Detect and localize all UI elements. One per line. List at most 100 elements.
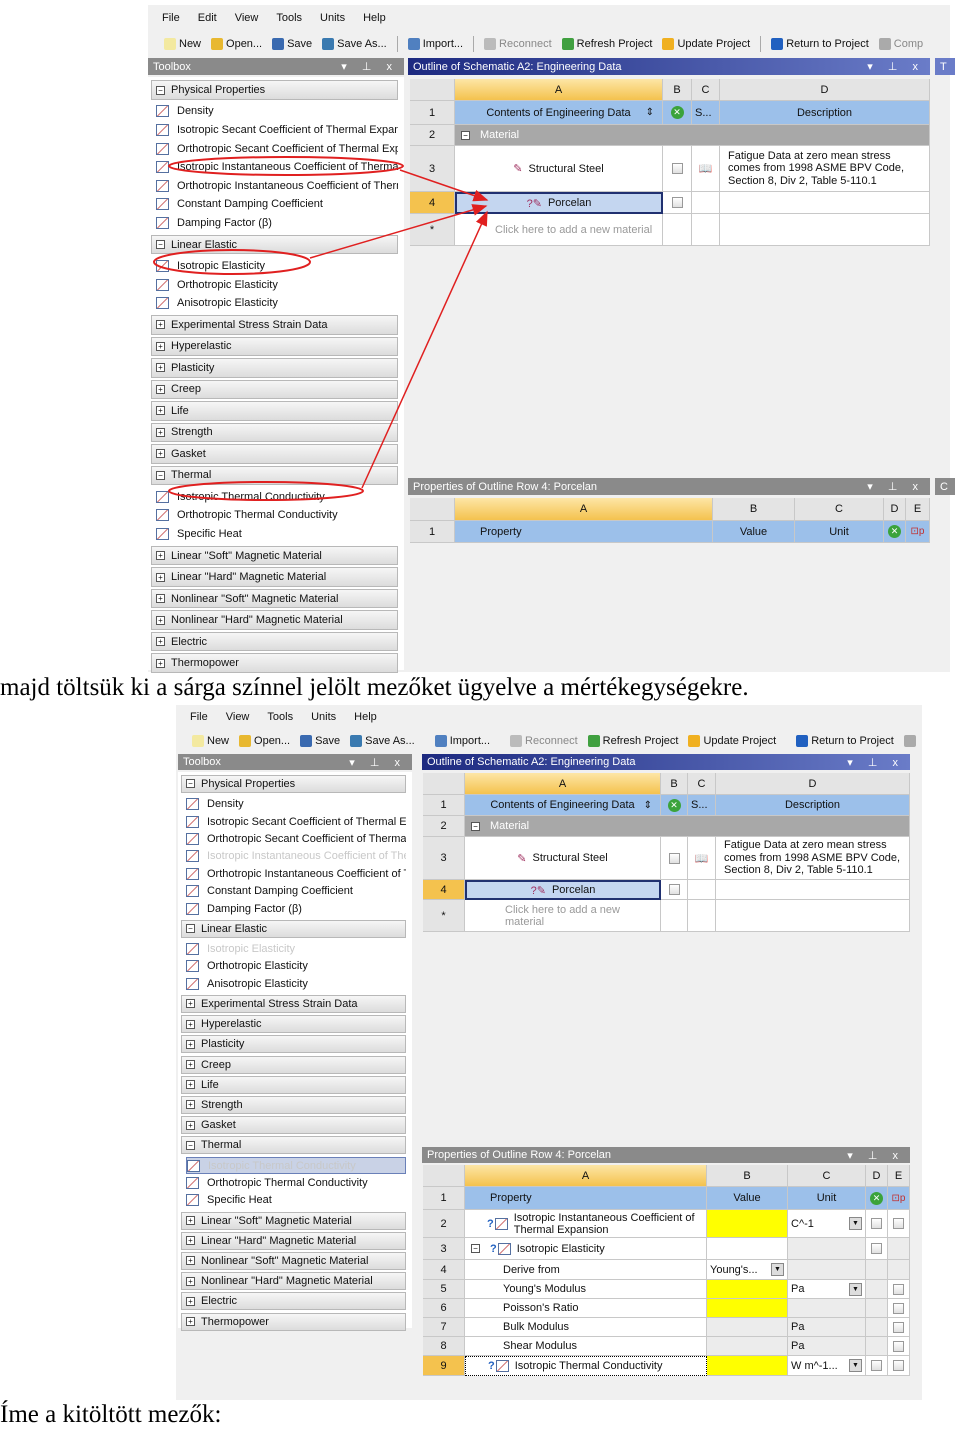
toolbox-group[interactable]: + Strength (181, 1095, 406, 1115)
toolbox-group[interactable]: + Linear "Soft" Magnetic Material (181, 1211, 406, 1230)
toolbox-item[interactable]: Orthotropic Instantaneous Coefficient of… (186, 865, 406, 882)
toolbox-group[interactable]: − Linear Elastic (151, 234, 398, 255)
toolbox-group[interactable]: + Plasticity (181, 1035, 406, 1054)
menu-file[interactable]: File (190, 711, 208, 723)
filter-icon[interactable]: ✕ (667, 798, 681, 812)
refresh-project-button[interactable]: Refresh Project (561, 38, 652, 50)
property-name-cell[interactable]: ? Isotropic Thermal Conductivity (465, 1356, 707, 1376)
row-number[interactable]: 8 (423, 1337, 465, 1356)
toolbox-group[interactable]: − Thermal (151, 465, 398, 486)
toolbox-item[interactable]: Anisotropic Elasticity (156, 294, 398, 313)
unit-cell[interactable]: Pa ▼ (788, 1280, 866, 1299)
unit-cell[interactable]: Pa (788, 1337, 866, 1356)
toolbox-group[interactable]: + Thermopower (151, 653, 398, 673)
toolbox-item[interactable]: Orthotropic Secant Coefficient of Therma… (156, 139, 398, 158)
column-header-C[interactable]: C (795, 498, 884, 521)
collapse-icon[interactable]: − (471, 1244, 480, 1253)
panel-controls[interactable]: ▾ ⊥ x (847, 756, 904, 769)
toolbox-group[interactable]: − Physical Properties (181, 774, 406, 794)
column-header-B[interactable]: B (661, 773, 688, 795)
add-material-placeholder[interactable]: Click here to add a new material (505, 904, 657, 928)
column-title-contents[interactable]: Contents of Engineering Data ⇕ (455, 101, 663, 125)
row-number[interactable]: 1 (423, 1187, 465, 1210)
import-button[interactable]: Import... (434, 735, 490, 747)
toolbox-item[interactable]: Specific Heat (156, 525, 398, 544)
row-number[interactable]: 3 (423, 1238, 465, 1260)
toolbox-item[interactable]: Isotropic Elasticity (186, 940, 406, 957)
row-number[interactable]: 9 (423, 1356, 465, 1376)
property-name-cell[interactable]: −? Isotropic Elasticity (465, 1238, 707, 1260)
row-number[interactable]: 1 (423, 795, 465, 816)
property-name-cell[interactable]: Young's Modulus (465, 1280, 707, 1299)
toolbox-item[interactable]: Orthotropic Elasticity (156, 275, 398, 294)
column-header-E[interactable]: E (888, 1165, 910, 1187)
toolbox-group[interactable]: + Linear "Soft" Magnetic Material (151, 545, 398, 566)
property-name-cell[interactable]: Derive from (465, 1260, 707, 1280)
toolbox-group[interactable]: + Life (151, 401, 398, 421)
panel-controls[interactable]: ▾ ⊥ x (341, 60, 398, 73)
toolbox-item[interactable]: Isotropic Secant Coefficient of Thermal … (186, 813, 406, 830)
unit-cell[interactable]: C^-1 ▼ (788, 1210, 866, 1238)
column-header-D[interactable]: D (720, 79, 930, 101)
material-name-cell[interactable]: ✎ Structural Steel (455, 146, 663, 192)
column-header-A[interactable]: A (455, 79, 663, 101)
panel-controls[interactable]: ▾ ⊥ x (847, 1149, 904, 1162)
row-number[interactable]: 6 (423, 1299, 465, 1318)
unit-cell[interactable] (788, 1260, 866, 1280)
menu-help[interactable]: Help (354, 711, 377, 723)
open-button[interactable]: Open... (239, 735, 290, 747)
dropdown-arrow-icon[interactable]: ▼ (849, 1217, 862, 1230)
column-header-A[interactable]: A (465, 1165, 707, 1187)
section-row-material[interactable]: − Material (465, 816, 910, 837)
toolbox-group[interactable]: + Linear "Hard" Magnetic Material (181, 1231, 406, 1250)
checkbox[interactable] (668, 852, 680, 864)
save-as-button[interactable]: Save As... (322, 38, 387, 50)
checkbox[interactable] (871, 1243, 882, 1254)
value-cell[interactable] (707, 1318, 788, 1337)
toolbox-group[interactable]: + Nonlinear "Soft" Magnetic Material (151, 588, 398, 609)
value-cell[interactable] (707, 1210, 788, 1238)
column-header-B[interactable]: B (663, 79, 692, 101)
row-number[interactable]: 2 (423, 1210, 465, 1238)
value-cell[interactable] (707, 1337, 788, 1356)
toolbox-item[interactable]: Isotropic Instantaneous Coefficient of T… (186, 848, 406, 865)
checkbox[interactable] (893, 1218, 904, 1229)
import-button[interactable]: Import... (407, 38, 463, 50)
toolbox-group[interactable]: + Life (181, 1075, 406, 1094)
panel-controls[interactable]: ▾ ⊥ x (349, 756, 406, 769)
checkbox[interactable] (871, 1218, 882, 1229)
value-cell[interactable] (707, 1299, 788, 1318)
toolbox-item[interactable]: Anisotropic Elasticity (186, 975, 406, 992)
side-tab[interactable]: T (935, 58, 955, 75)
toolbox-item[interactable]: Orthotropic Thermal Conductivity (186, 1174, 406, 1191)
property-name-cell[interactable]: ? Isotropic Instantaneous Coefficient of … (465, 1210, 707, 1238)
property-name-cell[interactable]: Bulk Modulus (465, 1318, 707, 1337)
toolbox-group[interactable]: + Nonlinear "Soft" Magnetic Material (181, 1251, 406, 1271)
toolbox-group[interactable]: + Electric (151, 631, 398, 652)
toolbox-item[interactable]: Constant Damping Coefficient (186, 883, 406, 900)
row-number[interactable]: 2 (423, 816, 465, 837)
update-project-button[interactable]: Update Project (662, 38, 750, 50)
toolbox-item[interactable]: Density (186, 796, 406, 813)
return-to-project-button[interactable]: Return to Project (796, 735, 894, 747)
section-row-material[interactable]: − Material (455, 125, 930, 146)
toolbox-group[interactable]: + Hyperelastic (181, 1015, 406, 1034)
checkbox[interactable] (871, 1360, 882, 1371)
toolbox-group[interactable]: − Physical Properties (151, 80, 398, 100)
toolbox-item[interactable]: Isotropic Instantaneous Coefficient of T… (156, 158, 398, 177)
toolbox-item[interactable]: Density (156, 102, 398, 121)
toolbox-item[interactable]: Orthotropic Instantaneous Coefficient of… (156, 177, 398, 196)
toolbox-item[interactable]: Orthotropic Secant Coefficient of Therma… (186, 830, 406, 847)
open-button[interactable]: Open... (211, 38, 262, 50)
column-header-B[interactable]: B (707, 1165, 788, 1187)
add-material-placeholder[interactable]: Click here to add a new material (495, 224, 652, 236)
column-header-A[interactable]: A (455, 498, 713, 521)
toolbox-item[interactable]: Isotropic Thermal Conductivity (186, 1156, 406, 1175)
row-number[interactable]: 1 (410, 101, 455, 125)
row-number[interactable]: 4 (410, 192, 455, 214)
toolbox-item[interactable]: Constant Damping Coefficient (156, 195, 398, 214)
side-tab[interactable]: C (935, 478, 955, 495)
filter-icon[interactable]: ✕ (888, 525, 901, 538)
toolbox-item[interactable]: Isotropic Secant Coefficient of Thermal … (156, 121, 398, 140)
checkbox[interactable] (893, 1340, 904, 1352)
